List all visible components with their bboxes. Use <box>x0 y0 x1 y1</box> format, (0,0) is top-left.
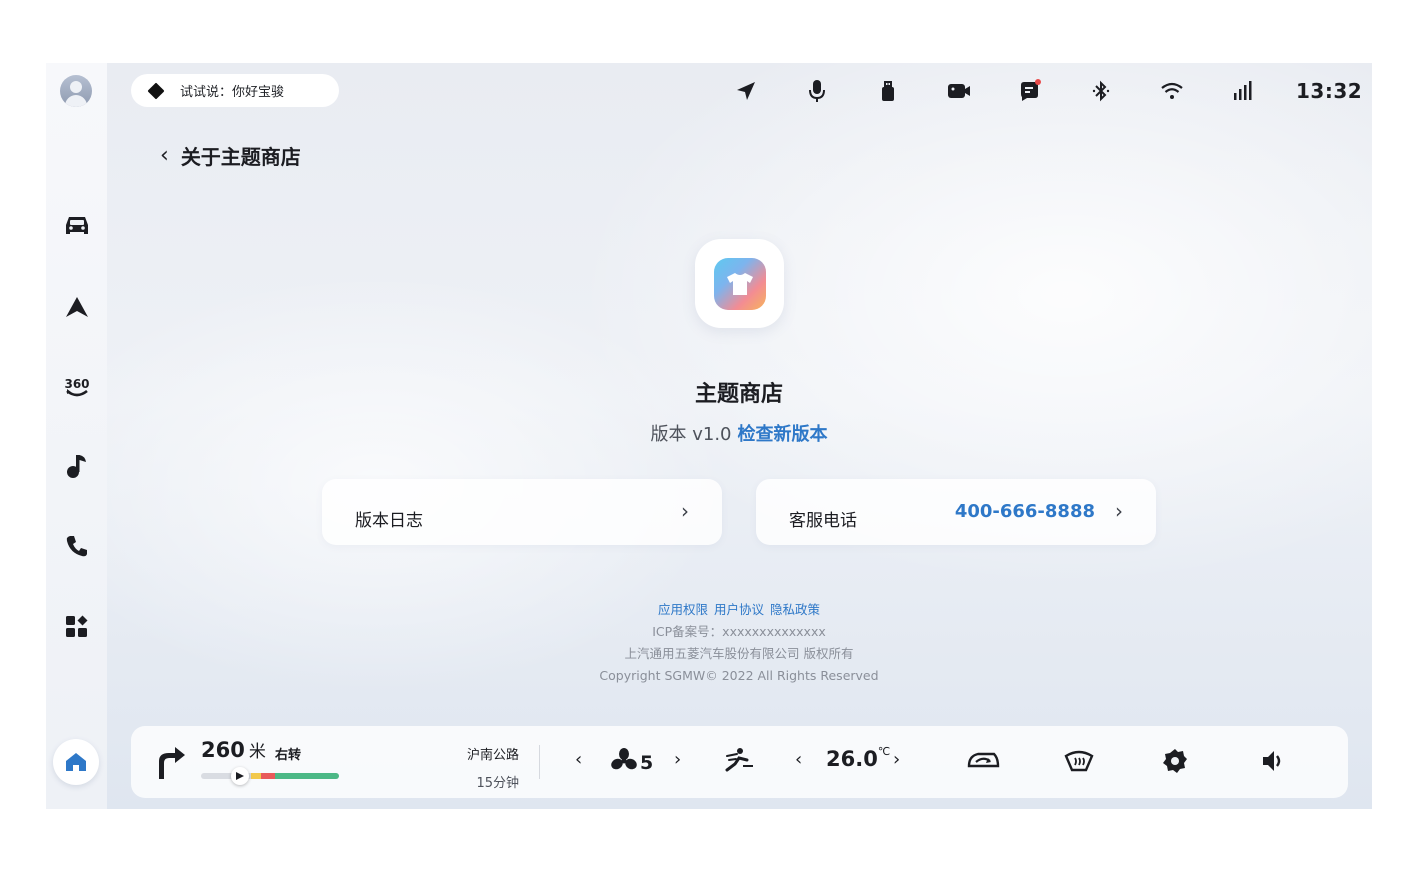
hotline-number: 400-666-8888 <box>954 501 1095 522</box>
app-icon <box>695 239 784 328</box>
t-shirt-icon <box>713 257 766 310</box>
changelog-card[interactable]: 版本日志 › <box>322 479 722 545</box>
music-icon[interactable] <box>61 450 93 482</box>
check-update-link[interactable]: 检查新版本 <box>738 424 828 445</box>
fan-decrease-button[interactable]: ‹ <box>575 749 582 770</box>
hotline-card[interactable]: 客服电话 400-666-8888 › <box>756 479 1156 545</box>
chevron-left-icon: ‹ <box>160 143 169 168</box>
recirculation-icon[interactable] <box>966 748 1000 774</box>
car-icon[interactable] <box>61 209 93 241</box>
route-progress-bar <box>201 773 339 779</box>
fan-increase-button[interactable]: › <box>674 749 681 770</box>
infotainment-screen: 360 试试说：你好宝骏 13:32 ‹ 关于主题商店 主题商店 版本 v1.0… <box>46 63 1372 809</box>
usb-icon[interactable] <box>876 79 900 103</box>
settings-icon[interactable] <box>1162 748 1188 774</box>
hotline-label: 客服电话 <box>789 511 857 531</box>
fan-icon <box>611 748 637 774</box>
legal-footer: 应用权限 用户协议 隐私政策 ICP备案号：xxxxxxxxxxxxxx 上汽通用五… <box>46 599 1372 687</box>
wifi-icon[interactable] <box>1160 79 1184 103</box>
changelog-label: 版本日志 <box>355 511 423 531</box>
version-row: 版本 v1.0 检查新版本 <box>46 420 1372 446</box>
message-icon[interactable] <box>1018 79 1042 103</box>
status-bar <box>734 79 1302 103</box>
voice-assistant-icon <box>147 82 165 99</box>
phone-icon[interactable] <box>61 530 93 562</box>
temp-decrease-button[interactable]: ‹ <box>795 749 802 770</box>
privacy-policy-link[interactable]: 隐私政策 <box>770 602 820 617</box>
home-button[interactable] <box>53 739 99 785</box>
bluetooth-icon[interactable] <box>1089 79 1113 103</box>
eta: 15分钟 <box>476 776 519 791</box>
road-name: 沪南公路 <box>466 748 519 763</box>
home-icon <box>66 753 86 771</box>
volume-icon[interactable] <box>1260 748 1286 774</box>
turn-distance: 260 米 <box>201 738 266 762</box>
copyright-text: Copyright SGMW© 2022 All Rights Reserved <box>599 668 879 683</box>
turn-right-icon <box>155 743 187 783</box>
signal-icon <box>1231 79 1255 103</box>
legal-links: 应用权限 用户协议 隐私政策 <box>46 599 1372 621</box>
bottom-dock: 260 米 右转 沪南公路 15分钟 ‹ 5 › ‹ 26.0℃ › <box>131 726 1348 798</box>
app-name: 主题商店 <box>694 382 783 407</box>
page-title: 关于主题商店 <box>180 145 301 169</box>
app-permissions-link[interactable]: 应用权限 <box>658 602 708 617</box>
avatar[interactable] <box>60 75 92 107</box>
microphone-icon[interactable] <box>805 79 829 103</box>
airflow-mode-icon[interactable] <box>723 746 757 776</box>
chevron-right-icon: › <box>1115 499 1123 523</box>
version-text: 版本 v1.0 <box>650 424 732 445</box>
icp-text: ICP备案号：xxxxxxxxxxxxxx <box>652 624 826 639</box>
route-progress-knob <box>230 767 249 785</box>
clock: 13:32 <box>1296 79 1363 103</box>
dock-divider <box>539 745 540 779</box>
user-agreement-link[interactable]: 用户协议 <box>714 602 764 617</box>
fan-level: 5 <box>640 752 654 774</box>
temp-increase-button[interactable]: › <box>893 749 900 770</box>
navigation-icon[interactable] <box>734 79 758 103</box>
voice-assistant-pill[interactable]: 试试说：你好宝骏 <box>131 74 339 107</box>
navigation-icon[interactable] <box>61 291 93 323</box>
camera-icon[interactable] <box>947 79 971 103</box>
turn-instruction: 右转 <box>275 748 302 763</box>
temperature: 26.0℃ <box>826 745 891 771</box>
company-text: 上汽通用五菱汽车股份有限公司 版权所有 <box>624 646 854 661</box>
back-button[interactable]: ‹ 关于主题商店 <box>160 141 301 170</box>
chevron-right-icon: › <box>681 499 689 523</box>
voice-hint: 试试说：你好宝骏 <box>180 85 285 100</box>
front-defrost-icon[interactable] <box>1064 748 1094 774</box>
